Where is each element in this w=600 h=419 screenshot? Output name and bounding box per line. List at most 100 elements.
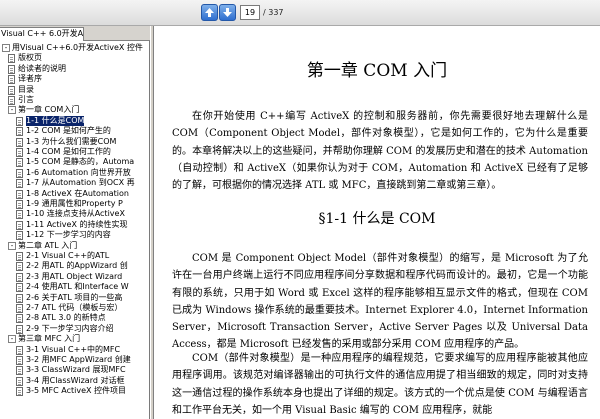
bookmark-group[interactable]: - 第二章 ATL 入门	[0, 240, 149, 251]
bookmark-item[interactable]: 2-9 下一步学习内容介绍	[0, 323, 149, 334]
page-icon	[16, 366, 23, 376]
bookmark-item[interactable]: 2-7 ATL 代码（模板与宏）	[0, 303, 149, 313]
bookmark-item[interactable]: 1-6 Automation 向世界开放	[0, 167, 149, 178]
bookmark-label: 3-5 MFC ActiveX 控件项目	[26, 386, 127, 396]
bookmark-label: 版权页	[18, 53, 42, 63]
bookmark-group[interactable]: - 第三章 MFC 入门	[0, 334, 149, 344]
collapse-toggle-icon[interactable]: -	[2, 44, 10, 52]
bookmark-item[interactable]: 1-12 下一步学习的内容	[0, 230, 149, 241]
page-icon	[16, 179, 23, 189]
bookmark-label: 3-1 Visual C++中的MFC	[26, 344, 121, 354]
collapse-toggle-icon[interactable]: -	[8, 241, 16, 250]
page-icon	[16, 262, 23, 272]
bookmark-group[interactable]: - 用Visual C++6.0开发ActiveX 控件	[0, 43, 149, 53]
page-icon	[16, 231, 23, 241]
bookmark-item[interactable]: 1-8 ActiveX 在Automation	[0, 188, 149, 199]
page-icon	[16, 293, 23, 303]
bookmark-item[interactable]: 1-1 什么是COM	[0, 115, 149, 126]
bookmark-item[interactable]: 2-3 用ATL Object Wizard	[0, 271, 149, 282]
bookmark-label: 3-4 用ClassWizard 对话框	[26, 375, 125, 385]
page-icon	[16, 314, 23, 324]
bookmark-item[interactable]: 3-2 用MFC AppWizard 创建	[0, 355, 149, 365]
bookmark-item[interactable]: 1-3 为什么我们需要COM	[0, 136, 149, 147]
bookmark-label: 1-10 连接点支持从ActiveX	[26, 209, 125, 219]
bookmark-item[interactable]: 1-2 COM 是如何产生的	[0, 126, 149, 137]
bookmark-item[interactable]: 1-5 COM 是静态的，Automa	[0, 157, 149, 168]
bookmark-label: 1-8 ActiveX 在Automation	[26, 188, 129, 198]
bookmark-item[interactable]: 引言	[0, 95, 149, 105]
bookmark-label: 译者序	[18, 74, 42, 84]
bookmark-item[interactable]: 给读者的说明	[0, 63, 149, 74]
page-icon	[16, 210, 23, 220]
page-icon	[8, 75, 15, 85]
intro-paragraph: 在你开始使用 C++编写 ActiveX 的控制和服务器前，你先需要很好地去理解…	[172, 111, 588, 192]
bookmark-label: 目录	[18, 84, 34, 94]
bookmark-label: 1-2 COM 是如何产生的	[26, 126, 111, 136]
document-page: 第一章 COM 入门 在你开始使用 C++编写 ActiveX 的控制和服务器前…	[154, 26, 600, 419]
page-icon	[16, 387, 23, 397]
bookmark-label: 2-3 用ATL Object Wizard	[26, 271, 123, 281]
page-icon	[16, 252, 23, 261]
bookmark-tabstrip: Visual C++ 6.0开发Act...	[0, 26, 150, 41]
bookmark-item[interactable]: 3-3 ClassWizard 展现MFC	[0, 365, 149, 376]
page-number-input[interactable]: 19	[240, 5, 260, 20]
page-icon	[16, 168, 23, 178]
page-icon	[16, 345, 23, 355]
bookmark-label: 2-7 ATL 代码（模板与宏）	[26, 303, 123, 312]
bookmark-label: 1-3 为什么我们需要COM	[26, 136, 117, 146]
bookmark-item[interactable]: 2-2 用ATL 的AppWizard 创	[0, 261, 149, 272]
bookmark-item[interactable]: 1-4 COM 是如何工作的	[0, 147, 149, 157]
page-icon	[16, 324, 23, 334]
chapter-title: 第一章 COM 入门	[306, 61, 448, 81]
bookmark-label: 1-11 ActiveX 的持续性实现	[26, 219, 128, 229]
bookmark-label: 2-6 关于ATL 项目的一些高	[26, 292, 123, 302]
bookmark-group[interactable]: - 第一章 COM入门	[0, 105, 149, 115]
page-icon	[16, 220, 23, 230]
bookmark-label: 1-5 COM 是静态的，Automa	[26, 157, 135, 167]
tab-bookmarks[interactable]: Visual C++ 6.0开发Act...	[0, 27, 84, 41]
bookmark-label: 1-1 什么是COM	[26, 115, 85, 126]
bookmark-item[interactable]: 1-7 从Automation 到OCX 再	[0, 178, 149, 189]
page-icon	[8, 54, 15, 64]
page-icon	[16, 272, 23, 282]
toolbar: 19 / 337	[0, 0, 600, 26]
body-paragraph-2: COM（部件对象模型）是一种应用程序的编程规范，它要求编写的应用程序能被其他应用…	[172, 353, 588, 416]
bookmark-item[interactable]: 版权页	[0, 53, 149, 64]
bookmark-label: 第一章 COM入门	[18, 105, 80, 115]
bookmark-label: 2-2 用ATL 的AppWizard 创	[26, 261, 128, 271]
bookmark-item[interactable]: 目录	[0, 84, 149, 95]
bookmark-item[interactable]: 2-8 ATL 3.0 的新特点	[0, 313, 149, 324]
bookmark-item[interactable]: 2-4 使用ATL 和Interface W	[0, 282, 149, 293]
bookmark-label: 2-8 ATL 3.0 的新特点	[26, 313, 106, 323]
collapse-toggle-icon[interactable]: -	[8, 335, 16, 344]
bookmark-item[interactable]: 译者序	[0, 74, 149, 85]
bookmark-label: 1-4 COM 是如何工作的	[26, 147, 111, 156]
page-icon	[16, 200, 23, 209]
bookmark-label: 给读者的说明	[18, 63, 66, 73]
page-icon	[16, 283, 23, 293]
page-icon	[8, 96, 15, 105]
bookmark-label: 2-9 下一步学习内容介绍	[26, 323, 114, 333]
bookmark-label: 1-6 Automation 向世界开放	[26, 167, 131, 177]
bookmark-label: 引言	[18, 95, 34, 104]
page-icon	[16, 127, 23, 137]
bookmark-item[interactable]: 2-6 关于ATL 项目的一些高	[0, 292, 149, 303]
bookmark-item[interactable]: 3-1 Visual C++中的MFC	[0, 344, 149, 355]
page-icon	[16, 356, 23, 365]
bookmark-item[interactable]: 3-5 MFC ActiveX 控件项目	[0, 386, 149, 397]
bookmark-label: 1-12 下一步学习的内容	[26, 230, 111, 240]
bookmark-tree[interactable]: - 用Visual C++6.0开发ActiveX 控件 版权页 给读者的说明 译者序目…	[0, 41, 150, 419]
bookmark-item[interactable]: 1-9 通用属性和Property P	[0, 199, 149, 209]
page-icon	[16, 158, 23, 168]
bookmark-item[interactable]: 1-11 ActiveX 的持续性实现	[0, 219, 149, 230]
page-icon	[16, 376, 23, 386]
bookmark-label: 第二章 ATL 入门	[18, 240, 78, 250]
collapse-toggle-icon[interactable]: -	[8, 106, 16, 115]
next-page-button[interactable]	[219, 4, 236, 21]
previous-page-button[interactable]	[201, 4, 218, 21]
bookmark-item[interactable]: 3-4 用ClassWizard 对话框	[0, 375, 149, 386]
page-icon	[8, 64, 15, 74]
bookmark-label: 2-4 使用ATL 和Interface W	[26, 282, 129, 292]
bookmark-item[interactable]: 2-1 Visual C++的ATL	[0, 251, 149, 261]
bookmark-item[interactable]: 1-10 连接点支持从ActiveX	[0, 209, 149, 220]
